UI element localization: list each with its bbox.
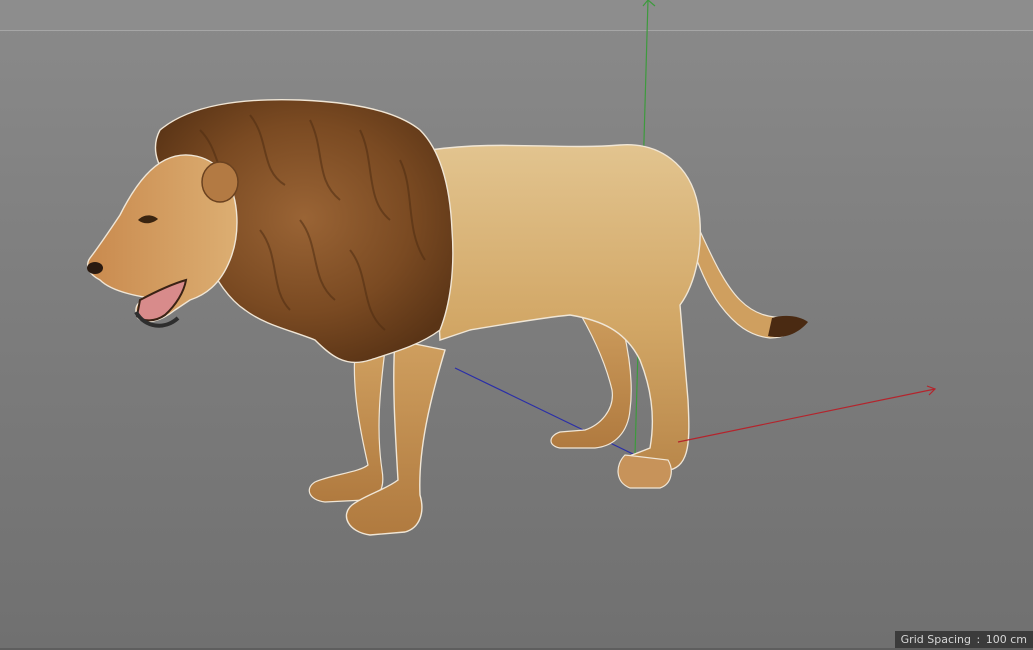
x-axis-line	[677, 388, 936, 443]
grid-spacing-indicator: Grid Spacing : 100 cm	[894, 631, 1033, 648]
lion-nose	[87, 262, 103, 274]
lion-ear	[201, 161, 239, 203]
y-axis-arrow-icon	[642, 0, 656, 7]
lion-far-front-leg	[308, 349, 386, 503]
grid-spacing-label: Grid Spacing	[900, 633, 972, 646]
grid-spacing-separator: :	[976, 633, 981, 646]
scene-canvas	[87, 0, 937, 536]
3d-viewport[interactable]: Grid Spacing : 100 cm	[0, 0, 1033, 650]
lion-hind-paw	[617, 454, 672, 489]
grid-spacing-value: 100 cm	[985, 633, 1027, 646]
lion-tail-tuft	[768, 315, 808, 338]
